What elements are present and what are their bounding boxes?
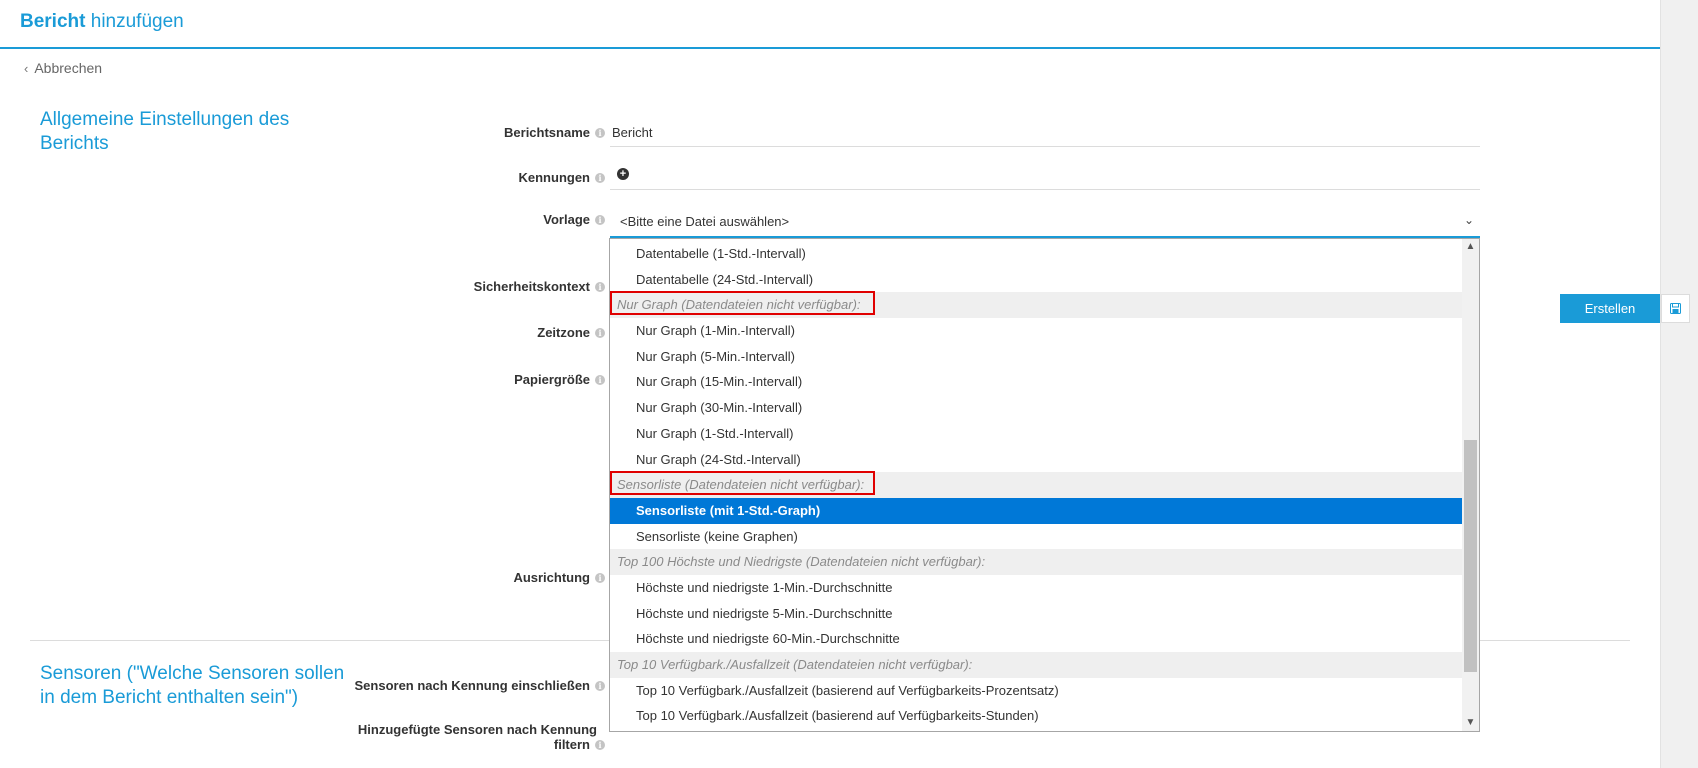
- security-context-label: Sicherheitskontext i: [474, 279, 605, 294]
- page-title-rest: hinzufügen: [90, 11, 184, 32]
- filter-by-tag-label-line2: filtern: [553, 737, 590, 752]
- scroll-down-icon[interactable]: ▼: [1462, 715, 1479, 731]
- scroll-up-icon[interactable]: ▲: [1462, 239, 1479, 255]
- template-option[interactable]: Sensorliste (mit 1-Std.-Graph): [610, 497, 1463, 524]
- info-icon: i: [595, 215, 605, 225]
- option-group-header: Sensorliste (Datendateien nicht verfügba…: [610, 472, 1463, 498]
- template-option[interactable]: Nur Graph (1-Min.-Intervall): [610, 318, 1463, 344]
- save-button[interactable]: [1661, 294, 1690, 323]
- info-icon: i: [595, 681, 605, 691]
- template-option[interactable]: Höchste und niedrigste 60-Min.-Durchschn…: [610, 626, 1463, 652]
- filter-by-tag-label-2: filtern i: [554, 737, 605, 752]
- section-general-title: Allgemeine Einstellungen des Berichts: [40, 109, 290, 154]
- option-group-header: Nur Graph (Datendateien nicht verfügbar)…: [610, 292, 1463, 319]
- template-option[interactable]: Nur Graph (15-Min.-Intervall): [610, 369, 1463, 395]
- filter-by-tag-label-line1: Hinzugefügte Sensoren nach Kennung: [357, 722, 597, 737]
- paper-size-label-text: Papiergröße: [514, 372, 590, 387]
- info-icon: i: [595, 740, 605, 750]
- chevron-down-icon: ⌄: [1463, 213, 1474, 227]
- include-by-tag-label: Sensoren nach Kennung einschließen i: [354, 678, 605, 693]
- info-icon: i: [595, 282, 605, 292]
- template-option[interactable]: Datentabelle (24-Std.-Intervall): [610, 267, 1463, 293]
- option-group-header: Top 100 Höchste und Niedrigste (Datendat…: [610, 549, 1463, 575]
- cancel-label: Abbrechen: [34, 60, 103, 76]
- timezone-label: Zeitzone i: [537, 325, 605, 340]
- report-name-input[interactable]: Bericht: [612, 125, 652, 140]
- template-option[interactable]: Höchste und niedrigste 1-Min.-Durchschni…: [610, 575, 1463, 601]
- template-option[interactable]: Nur Graph (24-Std.-Intervall): [610, 447, 1463, 473]
- orientation-label: Ausrichtung i: [513, 570, 605, 585]
- template-label: Vorlage i: [543, 212, 605, 227]
- page-title: Bericht hinzufügen: [20, 11, 184, 33]
- template-option[interactable]: Top 10 Verfügbark./Ausfallzeit (basieren…: [610, 703, 1463, 729]
- report-name-label: Berichtsname i: [504, 125, 605, 140]
- add-tag-icon[interactable]: +: [617, 168, 629, 180]
- timezone-label-text: Zeitzone: [537, 325, 590, 340]
- chevron-left-icon: ‹: [24, 61, 29, 76]
- include-by-tag-label-text: Sensoren nach Kennung einschließen: [354, 678, 591, 693]
- tags-label: Kennungen i: [518, 170, 605, 185]
- info-icon: i: [595, 173, 605, 183]
- template-option[interactable]: Top 10 Verfügbark./Ausfallzeit (basieren…: [610, 678, 1463, 704]
- template-option[interactable]: Nur Graph (30-Min.-Intervall): [610, 395, 1463, 421]
- create-button[interactable]: Erstellen: [1560, 294, 1660, 323]
- info-icon: i: [595, 328, 605, 338]
- template-option[interactable]: Nur Graph (1-Std.-Intervall): [610, 421, 1463, 447]
- page-header: Bericht hinzufügen: [0, 0, 1660, 49]
- option-group-header: Top 10 Verfügbark./Ausfallzeit (Datendat…: [610, 652, 1463, 678]
- filter-by-tag-label: Hinzugefügte Sensoren nach Kennung: [358, 722, 597, 737]
- template-option[interactable]: Nur Graph (5-Min.-Intervall): [610, 344, 1463, 370]
- report-name-underline: [610, 146, 1480, 147]
- info-icon: i: [595, 573, 605, 583]
- report-name-label-text: Berichtsname: [504, 125, 590, 140]
- right-panel-strip: [1660, 0, 1698, 768]
- template-option[interactable]: Sensorliste (keine Graphen): [610, 524, 1463, 550]
- cancel-link[interactable]: ‹ Abbrechen: [24, 60, 102, 76]
- template-dropdown-list[interactable]: Datentabelle (1-Std.-Intervall) Datentabe…: [609, 238, 1480, 732]
- orientation-label-text: Ausrichtung: [513, 570, 590, 585]
- section-sensors-title: Sensoren ("Welche Sensoren sollen in dem…: [40, 663, 345, 708]
- tags-underline: [610, 189, 1480, 190]
- paper-size-label: Papiergröße i: [514, 372, 605, 387]
- template-options: Datentabelle (1-Std.-Intervall) Datentabe…: [610, 241, 1463, 729]
- info-icon: i: [595, 128, 605, 138]
- tags-label-text: Kennungen: [518, 170, 591, 185]
- template-select[interactable]: <Bitte eine Datei auswählen> ⌄: [610, 208, 1480, 238]
- save-icon: [1670, 303, 1681, 314]
- template-select-value: <Bitte eine Datei auswählen>: [620, 214, 790, 229]
- dropdown-scrollbar[interactable]: ▲ ▼: [1462, 239, 1479, 731]
- template-option[interactable]: Höchste und niedrigste 5-Min.-Durchschni…: [610, 601, 1463, 627]
- page-title-bold: Bericht: [20, 11, 86, 32]
- template-label-text: Vorlage: [543, 212, 590, 227]
- scrollbar-thumb[interactable]: [1464, 440, 1477, 672]
- security-context-label-text: Sicherheitskontext: [473, 279, 590, 294]
- template-option[interactable]: Datentabelle (1-Std.-Intervall): [610, 241, 1463, 267]
- info-icon: i: [595, 375, 605, 385]
